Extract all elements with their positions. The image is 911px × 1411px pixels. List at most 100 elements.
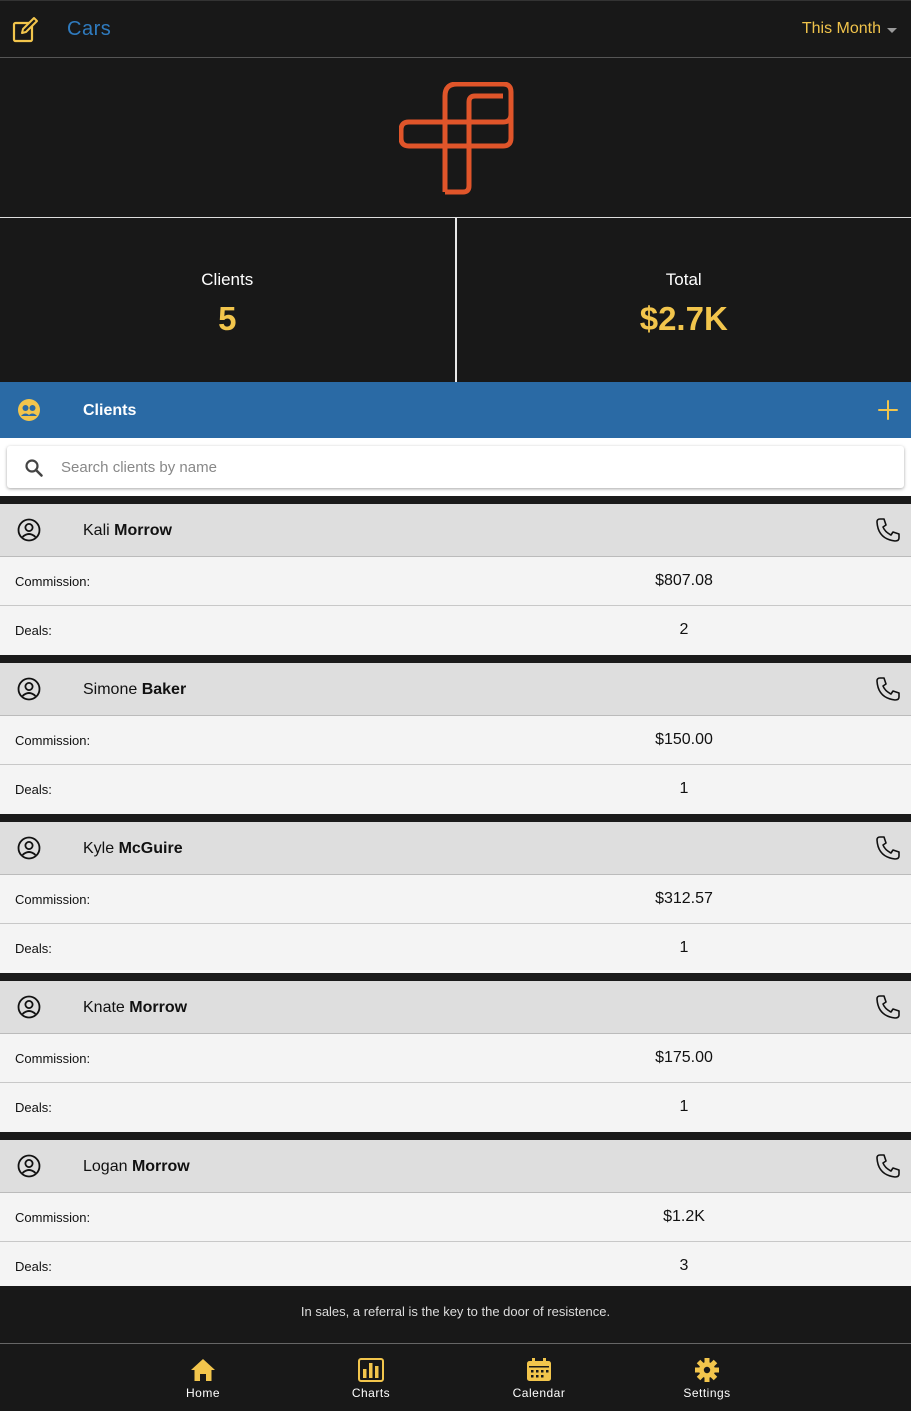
search-icon [25,459,43,477]
commission-row: Commission: $312.57 [0,875,911,924]
tab-settings-label: Settings [683,1386,731,1400]
calendar-icon [527,1358,551,1381]
client-first-name: Knate [83,999,125,1016]
client-card-header[interactable]: Kali Morrow [0,504,911,557]
phone-icon[interactable] [874,834,902,862]
period-selector-label: This Month [801,20,881,37]
client-first-name: Kali [83,522,110,539]
client-card: Knate Morrow Commission: $175.00 Deals: 1 [0,973,911,1132]
deals-row: Deals: 1 [0,1083,911,1132]
commission-value: $150.00 [655,731,713,748]
total-stat-label: Total [665,270,702,289]
commission-value: $312.57 [655,890,713,907]
account-circle-icon [17,836,41,860]
deals-label: Deals: [15,1100,52,1115]
tab-charts-label: Charts [351,1386,391,1400]
stats-panel: Clients 5 Total $2.7K [0,218,911,382]
tab-calendar-label: Calendar [512,1386,566,1400]
tab-charts[interactable]: Charts [316,1358,426,1400]
client-card-header[interactable]: Knate Morrow [0,981,911,1034]
client-first-name: Simone [83,681,138,698]
search-box [7,446,904,488]
top-bar: Cars This Month [0,0,911,58]
phone-icon[interactable] [874,993,902,1021]
brand-logo [399,82,514,195]
deals-value: 2 [679,621,689,638]
deals-label: Deals: [15,1259,52,1274]
client-card: Simone Baker Commission: $150.00 Deals: 1 [0,655,911,814]
client-card-header[interactable]: Simone Baker [0,663,911,716]
commission-value: $1.2K [663,1208,705,1225]
search-area [0,438,911,496]
commission-label: Commission: [15,733,91,748]
plus-icon[interactable] [877,399,899,421]
tab-calendar[interactable]: Calendar [484,1358,594,1400]
client-last-name: McGuire [118,840,183,857]
commission-label: Commission: [15,1210,91,1225]
clients-stat-label: Clients [201,270,254,289]
client-last-name: Baker [141,681,187,698]
phone-icon[interactable] [874,675,902,703]
deals-value: 1 [679,1098,689,1115]
commission-row: Commission: $1.2K [0,1193,911,1242]
gear-icon [695,1358,719,1382]
phone-icon[interactable] [874,1152,902,1180]
deals-label: Deals: [15,782,52,797]
clients-header: Clients [0,382,911,438]
total-stat: Total $2.7K [456,218,911,382]
deals-value: 1 [679,939,689,956]
deals-row: Deals: 1 [0,924,911,973]
bottom-tab-bar: Home Charts Calendar Settings [0,1344,911,1411]
quote-banner: In sales, a referral is the key to the d… [0,1286,911,1344]
commission-row: Commission: $175.00 [0,1034,911,1083]
deals-row: Deals: 2 [0,606,911,655]
client-first-name: Logan [83,1158,128,1175]
client-name: Knate Morrow [83,999,187,1017]
chevron-down-icon [887,27,897,33]
deals-row: Deals: 1 [0,765,911,814]
client-last-name: Morrow [131,1158,190,1175]
commission-label: Commission: [15,892,91,907]
clients-stat-value: 5 [218,300,237,337]
client-last-name: Morrow [114,522,172,539]
deals-value: 1 [679,780,689,797]
commission-row: Commission: $150.00 [0,716,911,765]
clients-header-label: Clients [83,402,137,419]
client-name: Kali Morrow [83,522,172,540]
client-name: Logan Morrow [83,1158,190,1176]
period-selector[interactable]: This Month [802,20,897,38]
clients-stat: Clients 5 [0,218,457,382]
account-circle-icon [17,995,41,1019]
tab-settings[interactable]: Settings [652,1358,762,1400]
logo-area [0,58,911,218]
bar-chart-icon [358,1358,384,1382]
client-card-header[interactable]: Kyle McGuire [0,822,911,875]
quote-text: In sales, a referral is the key to the d… [300,1304,611,1319]
client-card-header[interactable]: Logan Morrow [0,1140,911,1193]
commission-value: $175.00 [655,1049,713,1066]
client-name: Kyle McGuire [83,840,183,858]
group-icon [18,399,40,421]
commission-value: $807.08 [655,572,713,589]
client-last-name: Morrow [129,999,188,1016]
commission-row: Commission: $807.08 [0,557,911,606]
search-input[interactable] [61,446,881,488]
client-first-name: Kyle [83,840,115,857]
commission-label: Commission: [15,574,91,589]
commission-label: Commission: [15,1051,91,1066]
deals-value: 3 [679,1257,689,1274]
account-circle-icon [17,1154,41,1178]
deals-label: Deals: [15,623,52,638]
edit-note-icon[interactable] [11,16,39,44]
account-circle-icon [17,518,41,542]
tab-home[interactable]: Home [148,1358,258,1400]
total-stat-value: $2.7K [639,300,728,337]
client-card: Kali Morrow Commission: $807.08 Deals: 2 [0,496,911,655]
client-name: Simone Baker [83,681,186,699]
deals-label: Deals: [15,941,52,956]
page-title: Cars [67,18,112,40]
phone-icon[interactable] [874,516,902,544]
deals-row: Deals: 3 [0,1242,911,1291]
account-circle-icon [17,677,41,701]
client-card: Logan Morrow Commission: $1.2K Deals: 3 [0,1132,911,1291]
